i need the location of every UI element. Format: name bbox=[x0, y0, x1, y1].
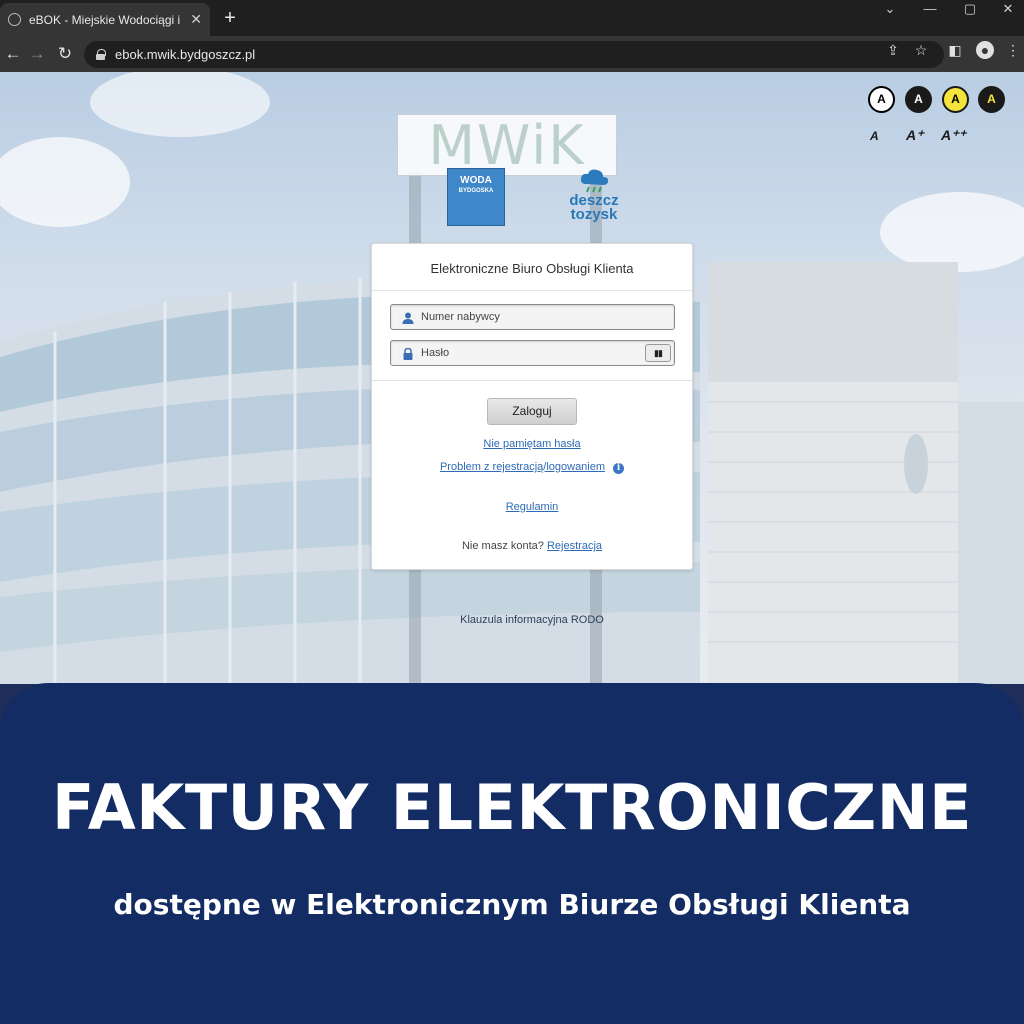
profile-icon[interactable]: ● bbox=[976, 41, 994, 59]
window-close-icon[interactable]: ✕ bbox=[988, 0, 1024, 22]
share-icon[interactable]: ⇪ bbox=[884, 41, 902, 59]
info-icon[interactable]: i bbox=[613, 463, 625, 474]
banner-title: FAKTURY ELEKTRONICZNE bbox=[52, 771, 972, 844]
browser-tab[interactable]: eBOK - Miejskie Wodociągi i Kanalizacja … bbox=[0, 3, 210, 36]
globe-icon bbox=[8, 13, 21, 26]
back-icon[interactable]: ← bbox=[0, 41, 26, 67]
rain-cloud-icon bbox=[580, 169, 609, 193]
login-problem-link[interactable]: Problem z rejestracją/logowaniem bbox=[440, 461, 605, 473]
lock-icon bbox=[96, 49, 106, 60]
username-input[interactable] bbox=[421, 308, 641, 326]
username-field[interactable] bbox=[390, 304, 675, 330]
deszcz-tozysk-logo[interactable]: deszcz tozysk bbox=[558, 168, 630, 228]
side-panel-icon[interactable]: ◧ bbox=[946, 41, 964, 59]
no-account-row: Nie masz konta? Rejestracja bbox=[372, 540, 692, 552]
no-account-text: Nie masz konta? bbox=[461, 540, 544, 552]
tab-search-icon[interactable]: ⌄ bbox=[870, 0, 910, 22]
address-bar[interactable]: ebok.mwik.bydgoszcz.pl bbox=[84, 41, 944, 68]
terms-link[interactable]: Regulamin bbox=[372, 501, 692, 513]
woda-bydgoska-logo[interactable]: WODA BYDGOSKA bbox=[447, 168, 505, 226]
mwik-sign-logo: MWiK bbox=[397, 114, 617, 177]
forgot-password-link[interactable]: Nie pamiętam hasła bbox=[372, 438, 692, 450]
tab-title: eBOK - Miejskie Wodociągi i Kanalizacja bbox=[29, 12, 184, 27]
contrast-dark-button[interactable]: A bbox=[905, 86, 932, 113]
url-text: ebok.mwik.bydgoszcz.pl bbox=[115, 47, 256, 62]
password-input[interactable] bbox=[421, 344, 641, 362]
rodo-clause-link[interactable]: Klauzula informacyjna RODO bbox=[371, 614, 693, 626]
font-size-normal-button[interactable]: A bbox=[870, 129, 879, 143]
browser-tab-bar: eBOK - Miejskie Wodociągi i Kanalizacja … bbox=[0, 0, 1024, 36]
login-panel: Elektroniczne Biuro Obsługi Klienta ▮▮ Z… bbox=[371, 243, 693, 570]
login-button[interactable]: Zaloguj bbox=[487, 398, 577, 425]
bookmark-star-icon[interactable]: ☆ bbox=[912, 41, 930, 59]
browser-toolbar: ← → ↻ ebok.mwik.bydgoszcz.pl ⇪ ☆ ◧ ● ⋮ bbox=[0, 36, 1024, 72]
new-tab-button[interactable]: + bbox=[218, 6, 242, 30]
page-viewport: A A A A A A⁺ A⁺⁺ MWiK WODA BYDGOSKA desz… bbox=[0, 72, 1024, 684]
promo-banner: FAKTURY ELEKTRONICZNE dostępne w Elektro… bbox=[0, 683, 1024, 1024]
reload-icon[interactable]: ↻ bbox=[52, 41, 78, 67]
register-link[interactable]: Rejestracja bbox=[547, 540, 602, 552]
show-password-button[interactable]: ▮▮ bbox=[645, 344, 671, 362]
font-size-large-button[interactable]: A⁺ bbox=[906, 127, 924, 144]
font-size-xlarge-button[interactable]: A⁺⁺ bbox=[941, 127, 966, 144]
login-title: Elektroniczne Biuro Obsługi Klienta bbox=[430, 261, 634, 276]
tab-close-icon[interactable]: ✕ bbox=[190, 11, 202, 28]
banner-subtitle: dostępne w Elektronicznym Biurze Obsługi… bbox=[113, 888, 911, 921]
forward-icon[interactable]: → bbox=[24, 41, 50, 67]
woda-logo-subtext: BYDGOSKA bbox=[458, 188, 494, 194]
login-problem-row: Problem z rejestracją/logowaniem i bbox=[372, 461, 692, 474]
menu-icon[interactable]: ⋮ bbox=[1004, 41, 1022, 59]
deszcz-logo-line2: tozysk bbox=[570, 206, 618, 223]
divider bbox=[372, 290, 692, 291]
contrast-yellow-button[interactable]: A bbox=[942, 86, 969, 113]
divider bbox=[372, 380, 692, 381]
contrast-default-button[interactable]: A bbox=[868, 86, 895, 113]
user-icon bbox=[402, 312, 414, 324]
maximize-icon[interactable]: ▢ bbox=[950, 0, 990, 22]
woda-logo-text: WODA bbox=[460, 175, 492, 186]
minimize-icon[interactable]: — bbox=[910, 0, 950, 22]
password-field[interactable]: ▮▮ bbox=[390, 340, 675, 366]
contrast-black-yellow-button[interactable]: A bbox=[978, 86, 1005, 113]
lock-icon bbox=[403, 348, 413, 360]
